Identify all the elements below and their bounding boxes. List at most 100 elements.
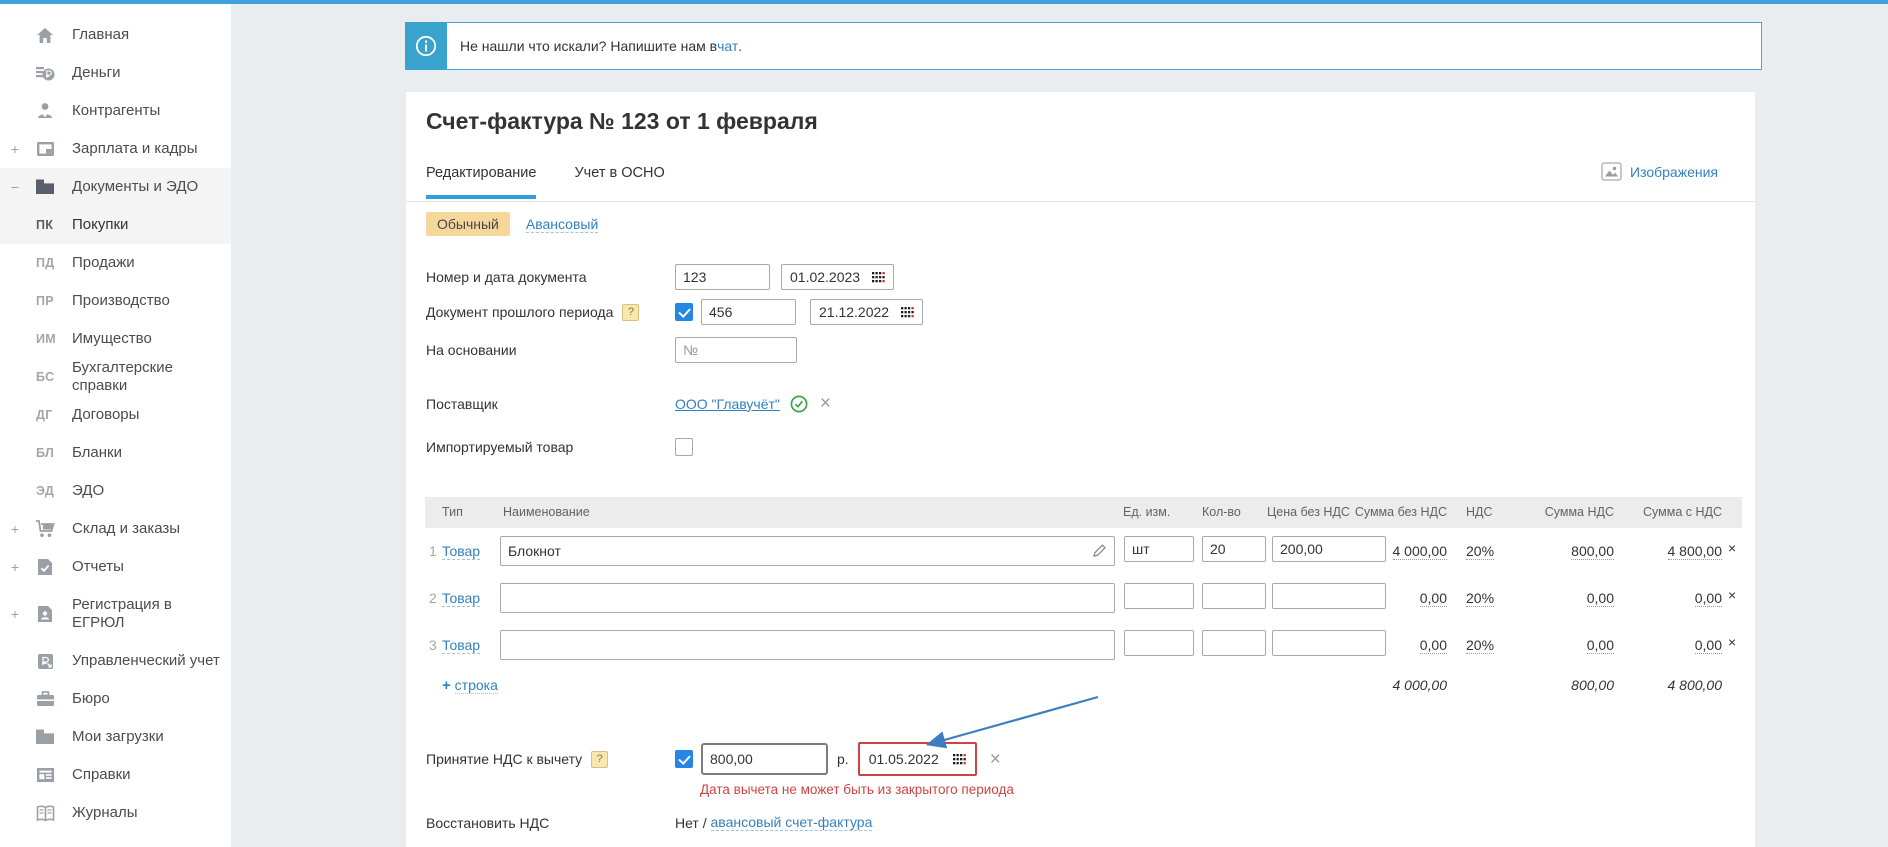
price-input[interactable]: [1272, 536, 1386, 562]
basis-input[interactable]: [675, 337, 797, 363]
sidebar-item-label: Мои загрузки: [72, 728, 164, 745]
row-number-date: Номер и дата документа 01.02.2023: [426, 264, 894, 290]
sidebar-item-label: Продажи: [72, 254, 135, 271]
sidebar-item-label: Договоры: [72, 406, 140, 423]
sum-no-vat-value[interactable]: 0,00: [1419, 637, 1447, 654]
collapse-minus-icon[interactable]: −: [8, 179, 22, 195]
delete-row-icon[interactable]: ×: [1728, 588, 1736, 602]
quantity-input[interactable]: [1202, 630, 1266, 656]
sidebar-item-регистрация-в-егрюл[interactable]: + Регистрация в ЕГРЮЛ: [0, 586, 231, 642]
sidebar-item-деньги[interactable]: Деньги: [0, 54, 231, 92]
help-icon[interactable]: ?: [622, 303, 640, 321]
vat-rate-value[interactable]: 20%: [1466, 590, 1495, 607]
sidebar-item-эдо[interactable]: ЭД ЭДО: [0, 472, 231, 510]
sidebar-item-продажи[interactable]: ПД Продажи: [0, 244, 231, 282]
add-row-link[interactable]: + строка: [442, 677, 498, 694]
vat-date-clear-icon[interactable]: ×: [990, 750, 1001, 769]
salary-icon: [34, 138, 56, 160]
unit-input[interactable]: [1124, 583, 1194, 609]
chat-link[interactable]: чат: [717, 38, 738, 54]
type-regular-selected[interactable]: Обычный: [426, 212, 510, 236]
sum-no-vat-value[interactable]: 0,00: [1419, 590, 1447, 607]
sidebar-item-договоры[interactable]: ДГ Договоры: [0, 396, 231, 434]
vat-date-input-error[interactable]: 01.05.2022: [857, 742, 977, 776]
sidebar-item-prefix: БС: [36, 370, 55, 384]
vat-sum-value[interactable]: 0,00: [1586, 637, 1614, 654]
sidebar-item-бланки[interactable]: БЛ Бланки: [0, 434, 231, 472]
import-checkbox[interactable]: [675, 438, 693, 456]
tab-editing[interactable]: Редактирование: [426, 165, 537, 199]
calendar-icon[interactable]: [872, 271, 885, 283]
item-name-input[interactable]: [500, 536, 1115, 566]
sidebar-item-зарплата-и-кадры[interactable]: + Зарплата и кадры: [0, 130, 231, 168]
past-date-input[interactable]: 21.12.2022: [810, 299, 923, 325]
sum-with-vat-value[interactable]: 0,00: [1694, 590, 1722, 607]
delete-row-icon[interactable]: ×: [1728, 635, 1736, 649]
quantity-input[interactable]: [1202, 536, 1266, 562]
page-title: Счет-фактура № 123 от 1 февраля: [426, 108, 818, 134]
item-name-input[interactable]: [500, 583, 1115, 613]
sidebar-item-журналы[interactable]: Журналы: [0, 794, 231, 832]
vat-sum-value[interactable]: 800,00: [1571, 543, 1614, 560]
vat-deduction-checkbox[interactable]: [675, 750, 693, 768]
sidebar-item-бюро[interactable]: Бюро: [0, 680, 231, 718]
row-type-link[interactable]: Товар: [442, 590, 481, 607]
doc-date-input[interactable]: 01.02.2023: [781, 264, 894, 290]
vat-sum-value[interactable]: 0,00: [1586, 590, 1614, 607]
vat-restore-label: Восстановить НДС: [426, 814, 550, 831]
sidebar-item-производство[interactable]: ПР Производство: [0, 282, 231, 320]
help-icon[interactable]: ?: [591, 750, 609, 768]
sidebar-item-label: Управленческий учет: [72, 652, 220, 669]
quantity-input[interactable]: [1202, 583, 1266, 609]
sidebar-item-управленческий-учет[interactable]: Управленческий учет: [0, 642, 231, 680]
type-advance-link[interactable]: Авансовый: [525, 216, 599, 233]
calendar-icon[interactable]: [901, 306, 914, 318]
sidebar-item-мои-загрузки[interactable]: Мои загрузки: [0, 718, 231, 756]
past-period-checkbox[interactable]: [675, 303, 693, 321]
supplier-verified-icon[interactable]: [790, 395, 808, 413]
unit-input[interactable]: [1124, 536, 1194, 562]
sidebar-item-документы-и-эдо[interactable]: − Документы и ЭДО: [0, 168, 231, 206]
sidebar-item-имущество[interactable]: ИМ Имущество: [0, 320, 231, 358]
pencil-icon: [1093, 544, 1106, 557]
row-type-link[interactable]: Товар: [442, 543, 481, 560]
item-name-input[interactable]: [500, 630, 1115, 660]
price-input[interactable]: [1272, 583, 1386, 609]
sum-with-vat-value[interactable]: 4 800,00: [1667, 543, 1722, 560]
vat-date-error-message: Дата вычета не может быть из закрытого п…: [700, 782, 1014, 797]
sidebar-item-label: Документы и ЭДО: [72, 178, 199, 195]
supplier-clear-icon[interactable]: ×: [820, 394, 831, 413]
sidebar-item-склад-и-заказы[interactable]: + Склад и заказы: [0, 510, 231, 548]
vat-amount-input[interactable]: [701, 743, 828, 775]
expand-plus-icon[interactable]: +: [8, 606, 22, 622]
sidebar-item-главная[interactable]: Главная: [0, 16, 231, 54]
vat-rate-value[interactable]: 20%: [1466, 637, 1495, 654]
images-link[interactable]: Изображения: [1601, 162, 1718, 181]
expand-plus-icon[interactable]: +: [8, 559, 22, 575]
past-number-input[interactable]: [701, 299, 796, 325]
supplier-link[interactable]: ООО "Главучёт": [675, 396, 780, 412]
sidebar-item-label: Покупки: [72, 216, 129, 233]
calendar-icon[interactable]: [952, 753, 966, 765]
expand-plus-icon[interactable]: +: [8, 521, 22, 537]
banner-text: Не нашли что искали? Напишите нам в чат …: [447, 23, 742, 69]
row-type-link[interactable]: Товар: [442, 637, 481, 654]
sidebar-item-контрагенты[interactable]: Контрагенты: [0, 92, 231, 130]
sidebar-item-покупки[interactable]: ПК Покупки: [0, 206, 231, 244]
sum-with-vat-value[interactable]: 0,00: [1694, 637, 1722, 654]
expand-plus-icon[interactable]: +: [8, 141, 22, 157]
vat-rate-value[interactable]: 20%: [1466, 543, 1495, 560]
doc-number-input[interactable]: [675, 264, 770, 290]
price-input[interactable]: [1272, 630, 1386, 656]
vat-deduction-label: Принятие НДС к вычету ?: [426, 750, 675, 768]
unit-input[interactable]: [1124, 630, 1194, 656]
sidebar-item-label: Зарплата и кадры: [72, 140, 198, 157]
sidebar-item-справки[interactable]: Справки: [0, 756, 231, 794]
sidebar-item-prefix: ДГ: [36, 408, 53, 422]
delete-row-icon[interactable]: ×: [1728, 541, 1736, 555]
tab-osno-accounting[interactable]: Учет в ОСНО: [574, 165, 664, 199]
sum-no-vat-value[interactable]: 4 000,00: [1392, 543, 1447, 560]
sidebar-item-отчеты[interactable]: + Отчеты: [0, 548, 231, 586]
sidebar-item-бухгалтерские-справки[interactable]: БС Бухгалтерские справки: [0, 358, 231, 396]
advance-invoice-link[interactable]: авансовый счет-фактура: [710, 814, 873, 831]
